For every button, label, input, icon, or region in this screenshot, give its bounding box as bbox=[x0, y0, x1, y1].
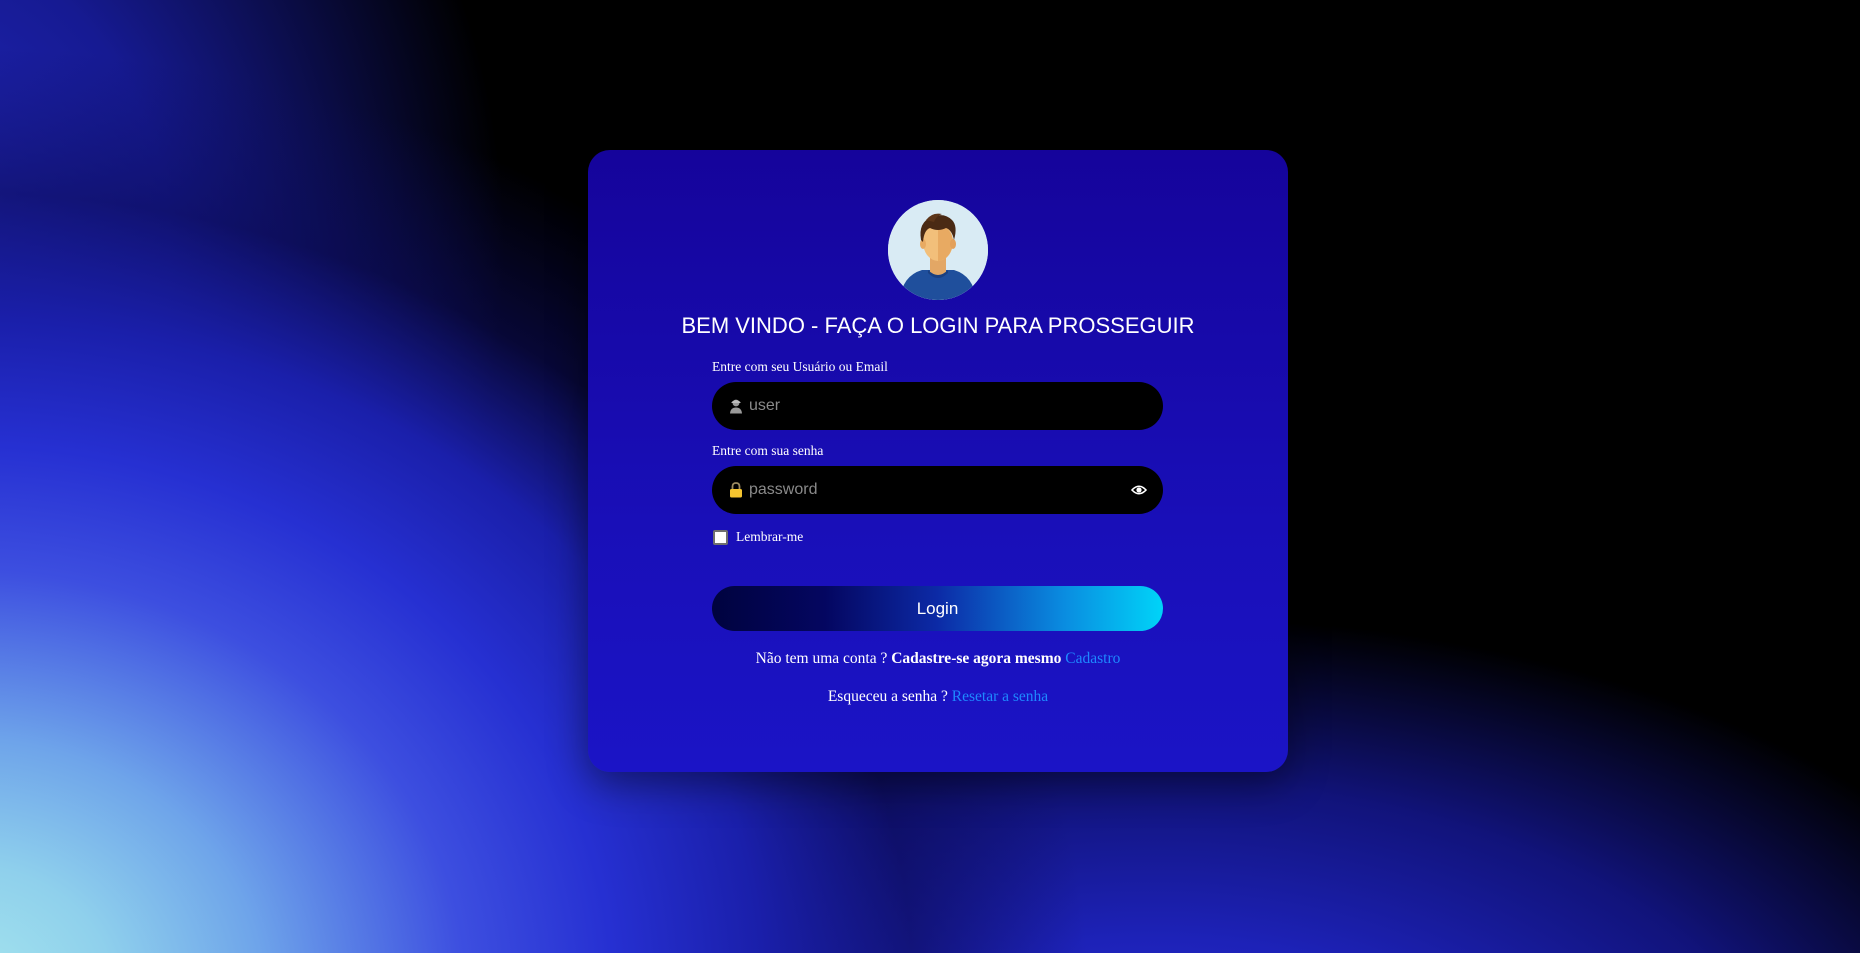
username-label: Entre com seu Usuário ou Email bbox=[712, 359, 888, 374]
username-field bbox=[712, 382, 1163, 430]
remember-me: Lembrar-me bbox=[712, 528, 803, 546]
lock-icon bbox=[730, 482, 742, 498]
signup-prompt: Não tem uma conta ? bbox=[755, 650, 888, 667]
password-input[interactable] bbox=[749, 466, 1119, 514]
page-title: BEM VINDO - FAÇA O LOGIN PARA PROSSEGUIR bbox=[681, 313, 1195, 338]
reset-password-link[interactable]: Resetar a senha bbox=[952, 688, 1048, 705]
user-icon bbox=[730, 399, 742, 414]
password-label: Entre com sua senha bbox=[712, 443, 824, 458]
password-field bbox=[712, 466, 1163, 514]
signup-line: Não tem uma conta ? Cadastre-se agora me… bbox=[588, 650, 1288, 668]
remember-me-checkbox[interactable] bbox=[713, 529, 728, 545]
remember-me-label: Lembrar-me bbox=[736, 529, 804, 544]
username-input[interactable] bbox=[749, 382, 1119, 430]
user-avatar-icon bbox=[888, 200, 988, 300]
login-card: BEM VINDO - FAÇA O LOGIN PARA PROSSEGUIR… bbox=[588, 150, 1288, 772]
login-button[interactable]: Login bbox=[712, 586, 1163, 631]
reset-prompt: Esqueceu a senha ? bbox=[827, 688, 948, 705]
reset-line: Esqueceu a senha ? Resetar a senha bbox=[588, 688, 1288, 706]
eye-icon[interactable] bbox=[1131, 483, 1147, 497]
signup-emphasis: Cadastre-se agora mesmo bbox=[891, 650, 1062, 667]
signup-link[interactable]: Cadastro bbox=[1065, 650, 1120, 667]
